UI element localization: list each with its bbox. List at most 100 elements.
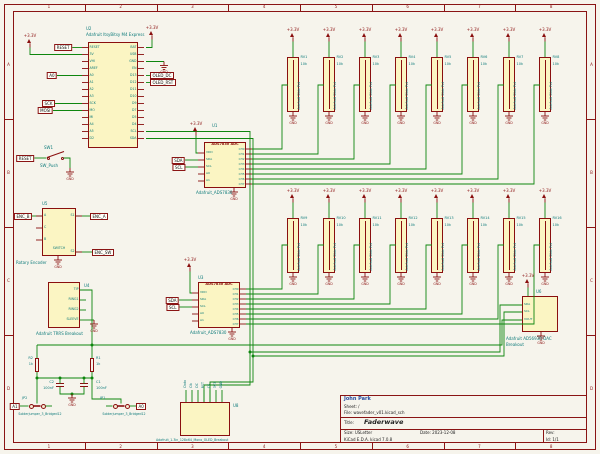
pin-name: CH3	[239, 163, 245, 166]
junction-dot	[91, 344, 94, 347]
power-3v3-icon	[187, 263, 191, 267]
pin-name: CH0	[239, 148, 245, 151]
frame-tick	[515, 4, 516, 11]
slider-ref: RV1	[301, 56, 308, 60]
pin-name: SDA	[200, 298, 206, 301]
r1-ref: R1	[96, 357, 101, 361]
mcu-name: Adafruit ItsyBitsy M4 Express	[86, 33, 144, 37]
slider-part-name: Adafruit Slide Pot	[550, 243, 553, 271]
net-label-enc_b[interactable]: ENC_B	[14, 213, 32, 220]
power-3v3-icon	[290, 33, 294, 37]
net-label-reset[interactable]: RESET	[54, 44, 72, 51]
frame-row-label: D	[7, 387, 10, 391]
jp1-value: Solderjumper_3_Bridged12	[102, 413, 145, 416]
gnd-label: GND	[325, 122, 332, 125]
frame-col-label: 4	[263, 445, 266, 449]
pin-name: RESET	[90, 46, 100, 49]
power-3v3-label: +3.3V	[323, 28, 335, 32]
pin-name: D10	[130, 95, 137, 98]
frame-col-label: 7	[478, 5, 481, 9]
c1-ref: C1	[96, 381, 101, 385]
pin-name: CH2	[233, 298, 239, 301]
slider-ref: RV12	[409, 217, 418, 221]
slider-value: 10k	[553, 63, 559, 67]
frame-tick	[587, 119, 596, 120]
power-3v3-label: +3.3V	[522, 274, 534, 278]
net-label-a1[interactable]: A1	[10, 403, 20, 410]
slider-ref: RV15	[517, 217, 526, 221]
power-3v3-label: +3.3V	[395, 28, 407, 32]
frame-row-label: C	[590, 279, 593, 283]
pin-name: SDA	[206, 158, 212, 161]
frame-tick	[444, 4, 445, 11]
slider-part-name: Adafruit Slide Pot	[334, 243, 337, 271]
power-3v3-icon	[149, 31, 153, 35]
frame-col-label: 6	[406, 5, 409, 9]
oled-pin-label: Data	[184, 380, 187, 388]
frame-col-label: 5	[335, 445, 338, 449]
schematic-sheet: U2 Adafruit ItsyBitsy M4 Express U1 ADS7…	[0, 0, 600, 454]
pin-name: CH7	[233, 323, 239, 326]
frame-tick	[300, 443, 301, 450]
gnd-label: GND	[541, 283, 548, 286]
frame-tick	[515, 443, 516, 450]
wire	[146, 139, 253, 403]
net-label-oled_rst[interactable]: OLED_RST	[150, 79, 176, 86]
net-label-sda[interactable]: SDA	[172, 157, 185, 164]
slider-ref: RV13	[445, 217, 454, 221]
wire	[252, 85, 396, 164]
pin-name: A	[44, 214, 46, 217]
oled-pin-label: DC	[196, 383, 199, 388]
wire	[252, 85, 324, 154]
title-block-size: Size: USLetter	[344, 431, 372, 435]
switch-lever	[47, 152, 64, 158]
gnd-label: GND	[68, 404, 75, 407]
net-label-mosi[interactable]: MOSI	[38, 107, 53, 114]
net-label-enc_sw[interactable]: ENC_SW	[92, 249, 114, 256]
slider-ref: RV10	[337, 217, 346, 221]
pin-name: SDA	[130, 137, 137, 140]
power-3v3-icon	[398, 194, 402, 198]
frame-row-label: A	[7, 63, 10, 67]
frame-col-label: 6	[406, 445, 409, 449]
pin-name: MI	[90, 116, 94, 119]
power-3v3-icon	[398, 33, 402, 37]
pin-name: MO	[90, 109, 95, 112]
pin-name: A1	[90, 81, 94, 84]
net-label-sck[interactable]: SCK	[42, 100, 55, 107]
power-3v3-label: +3.3V	[503, 189, 515, 193]
wire	[246, 245, 288, 289]
power-3v3-icon	[434, 194, 438, 198]
pin-name: CH4	[233, 308, 239, 311]
net-label-reset[interactable]: RESET	[16, 155, 34, 162]
net-label-scl[interactable]: SCL	[166, 304, 179, 311]
slider-value: 10k	[409, 224, 415, 228]
wire	[60, 387, 72, 394]
title-block-id: Id: 1/1	[546, 438, 559, 442]
net-label-a0[interactable]: A0	[47, 72, 57, 79]
net-label-scl[interactable]: SCL	[172, 164, 185, 171]
power-3v3-icon	[27, 39, 31, 43]
slider-ref: RV6	[481, 56, 488, 60]
pin-name: VDD	[200, 291, 207, 294]
frame-row-label: B	[7, 171, 10, 175]
pin-name: CH0	[233, 288, 239, 291]
adc2-title: ADS7830 ADC	[205, 283, 232, 287]
power-3v3-icon	[290, 194, 294, 198]
gnd-label: GND	[361, 283, 368, 286]
net-label-sda[interactable]: SDA	[166, 297, 179, 304]
slider-value: 10k	[445, 63, 451, 67]
net-label-a0[interactable]: A0	[136, 403, 146, 410]
frame-tick	[300, 4, 301, 11]
pin-name: A0	[206, 172, 210, 175]
net-label-oled_dc[interactable]: OLED_DC	[150, 72, 174, 79]
c2-ref: C2	[49, 381, 54, 385]
frame-tick	[4, 227, 13, 228]
pin-name: SCL	[130, 130, 136, 133]
gnd-label: GND	[433, 283, 440, 286]
gnd-label: GND	[537, 342, 544, 345]
pin-name: RING1	[68, 298, 78, 301]
net-label-enc_a[interactable]: ENC_A	[90, 213, 108, 220]
slider-value: 10k	[553, 224, 559, 228]
title-block-divider	[543, 429, 544, 443]
